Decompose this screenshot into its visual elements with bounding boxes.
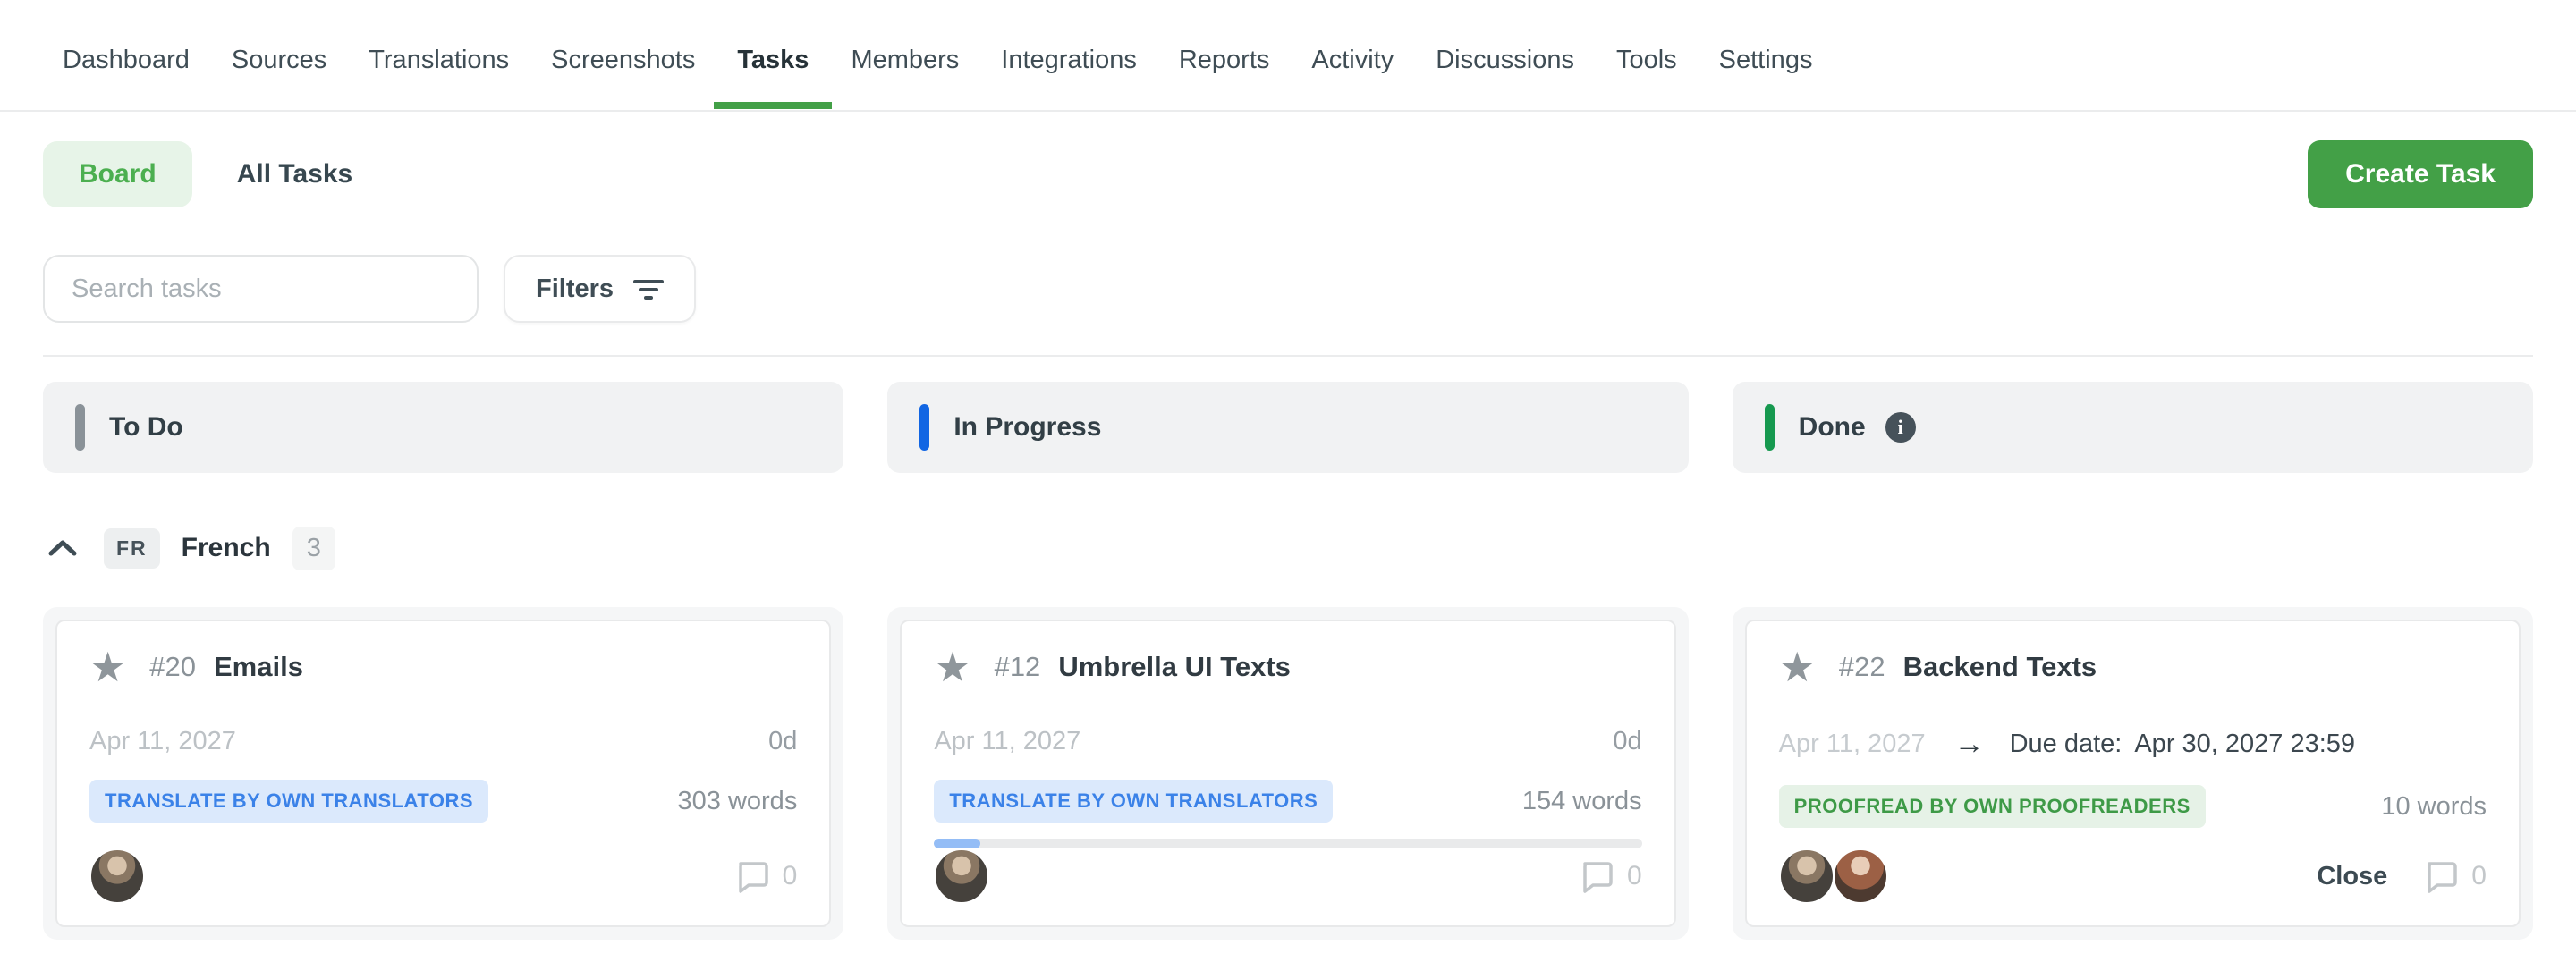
board-view-toggle[interactable]: Board: [43, 141, 192, 207]
language-code-badge: FR: [104, 528, 160, 569]
word-count: 154 words: [1522, 787, 1642, 816]
toolbar: Board All Tasks Create Task: [43, 140, 2533, 208]
nav-tab-sources[interactable]: Sources: [232, 19, 326, 107]
task-count-badge: 3: [292, 527, 335, 570]
search-tasks-input[interactable]: [43, 255, 479, 323]
task-id: #12: [995, 651, 1041, 683]
nav-tab-translations[interactable]: Translations: [369, 19, 509, 107]
section-divider: [43, 355, 2533, 357]
word-count: 10 words: [2381, 792, 2487, 822]
board-column-headers: To Do In Progress Done i: [43, 382, 2533, 473]
todo-status-pill: [75, 404, 85, 451]
close-task-button[interactable]: Close: [2317, 862, 2387, 891]
task-id: #22: [1839, 651, 1885, 683]
task-date: Apr 11, 2027: [89, 727, 236, 756]
comment-count: 0: [1627, 861, 1642, 891]
filters-button[interactable]: Filters: [504, 255, 696, 323]
done-lane: ★ #22 Backend Texts Apr 11, 2027 → Due d…: [1733, 607, 2533, 940]
due-date-value: Apr 30, 2027 23:59: [2134, 730, 2355, 759]
task-card-22-backend-texts[interactable]: ★ #22 Backend Texts Apr 11, 2027 → Due d…: [1745, 620, 2521, 927]
comment-bubble-icon: [1579, 858, 1614, 894]
due-date-arrow-icon: →: [1954, 727, 1985, 762]
favorite-star-icon[interactable]: ★: [89, 646, 126, 688]
task-progress-bar: [934, 839, 1641, 848]
board-lanes: ★ #20 Emails Apr 11, 2027 0d TRANSLATE B…: [43, 607, 2533, 940]
done-info-icon[interactable]: i: [1885, 412, 1916, 443]
due-date-label: Due date:: [2010, 730, 2123, 759]
nav-tab-members[interactable]: Members: [851, 19, 959, 107]
favorite-star-icon[interactable]: ★: [934, 646, 970, 688]
task-title: Emails: [214, 651, 303, 683]
comments-button[interactable]: 0: [734, 858, 798, 894]
comments-button[interactable]: 0: [1579, 858, 1642, 894]
column-header-done: Done i: [1733, 382, 2533, 473]
create-task-button[interactable]: Create Task: [2308, 140, 2533, 208]
done-status-pill: [1765, 404, 1775, 451]
task-type-badge: PROOFREAD BY OWN PROOFREADERS: [1779, 785, 2206, 828]
todo-lane: ★ #20 Emails Apr 11, 2027 0d TRANSLATE B…: [43, 607, 843, 940]
nav-tab-tools[interactable]: Tools: [1616, 19, 1677, 107]
nav-tab-reports[interactable]: Reports: [1179, 19, 1270, 107]
task-id: #20: [149, 651, 196, 683]
language-name-label: French: [182, 533, 271, 563]
task-title: Umbrella UI Texts: [1058, 651, 1291, 683]
column-title-todo: To Do: [109, 412, 183, 443]
comment-bubble-icon: [2423, 858, 2459, 894]
column-title-done: Done: [1799, 412, 1866, 443]
search-row: Filters: [43, 255, 2533, 323]
column-header-in-progress: In Progress: [887, 382, 1688, 473]
column-header-todo: To Do: [43, 382, 843, 473]
language-group-header: FR French 3: [43, 527, 2533, 570]
task-card-20-emails[interactable]: ★ #20 Emails Apr 11, 2027 0d TRANSLATE B…: [55, 620, 831, 927]
assignee-avatar: [934, 848, 989, 904]
assignee-avatar: [1779, 848, 1835, 904]
top-navigation: Dashboard Sources Translations Screensho…: [0, 0, 2576, 112]
task-type-badge: TRANSLATE BY OWN TRANSLATORS: [934, 780, 1333, 823]
in-progress-lane: ★ #12 Umbrella UI Texts Apr 11, 2027 0d …: [887, 607, 1688, 940]
word-count: 303 words: [678, 787, 798, 816]
task-title: Backend Texts: [1903, 651, 2097, 683]
comment-count: 0: [783, 861, 798, 891]
nav-tab-screenshots[interactable]: Screenshots: [551, 19, 695, 107]
collapse-group-chevron-icon[interactable]: [43, 528, 82, 568]
comment-bubble-icon: [734, 858, 770, 894]
filters-button-label: Filters: [536, 274, 614, 304]
nav-tab-integrations[interactable]: Integrations: [1001, 19, 1137, 107]
task-type-badge: TRANSLATE BY OWN TRANSLATORS: [89, 780, 488, 823]
nav-tab-discussions[interactable]: Discussions: [1436, 19, 1574, 107]
assignee-avatars: [89, 848, 145, 904]
nav-tab-activity[interactable]: Activity: [1311, 19, 1394, 107]
task-date: Apr 11, 2027: [934, 727, 1080, 756]
assignee-avatars: [934, 848, 989, 904]
in-progress-status-pill: [919, 404, 929, 451]
nav-tab-dashboard[interactable]: Dashboard: [63, 19, 190, 107]
task-progress-fill: [934, 839, 979, 848]
assignee-avatar: [89, 848, 145, 904]
favorite-star-icon[interactable]: ★: [1779, 646, 1816, 688]
assignee-avatar: [1833, 848, 1888, 904]
comments-button[interactable]: 0: [2423, 858, 2487, 894]
task-card-12-umbrella-ui-texts[interactable]: ★ #12 Umbrella UI Texts Apr 11, 2027 0d …: [900, 620, 1675, 927]
assignee-avatars: [1779, 848, 1888, 904]
all-tasks-view-toggle[interactable]: All Tasks: [237, 159, 353, 190]
column-title-in-progress: In Progress: [953, 412, 1101, 443]
task-duration: 0d: [1613, 727, 1641, 756]
nav-tab-tasks[interactable]: Tasks: [737, 19, 809, 107]
task-date: Apr 11, 2027: [1779, 730, 1926, 759]
filter-lines-icon: [633, 275, 664, 302]
comment-count: 0: [2471, 861, 2487, 891]
task-duration: 0d: [768, 727, 797, 756]
nav-tab-settings[interactable]: Settings: [1719, 19, 1813, 107]
